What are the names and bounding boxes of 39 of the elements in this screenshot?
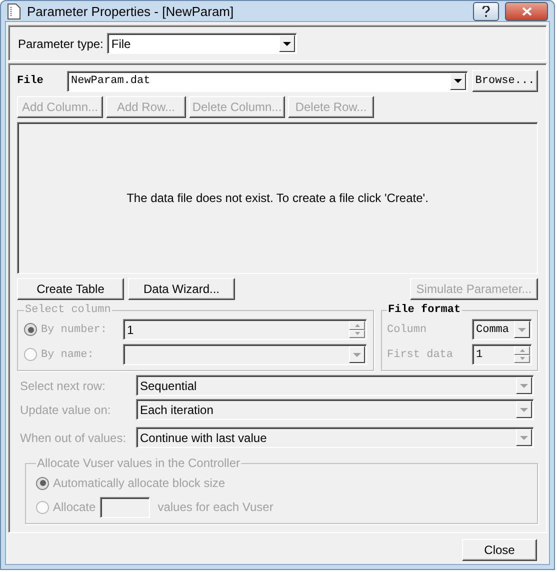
parameter-type-label: Parameter type: <box>18 36 104 50</box>
radio-button[interactable] <box>36 500 49 514</box>
column-name-dropdown[interactable] <box>123 344 367 365</box>
group-title: Select column <box>24 304 112 316</box>
setting-dropdown[interactable]: Each iteration <box>136 399 534 420</box>
help-button[interactable] <box>473 2 499 20</box>
setting-dropdown[interactable]: Continue with last value <box>136 427 534 448</box>
browse-button[interactable]: Browse... <box>472 70 538 92</box>
path-dropdown[interactable]: NewParam.dat <box>67 70 468 92</box>
create-table-button[interactable]: Create Table <box>17 278 124 300</box>
radio-button[interactable] <box>36 476 49 490</box>
setting-label: When out of values: <box>20 430 128 444</box>
column-delimiter-dropdown[interactable]: Comma <box>472 319 532 340</box>
setting-label: Update value on: <box>20 402 112 416</box>
setting-dropdown[interactable]: Sequential <box>136 375 534 396</box>
radio-suffix-label: values for each Vuser <box>158 500 274 514</box>
radio-label: By number: <box>41 324 108 336</box>
radio-label: Allocate <box>53 500 96 514</box>
column-label: Column <box>387 324 428 336</box>
group-title: File format <box>387 304 462 316</box>
first-data-label: First data <box>387 348 454 360</box>
close-button[interactable]: Close <box>462 539 537 561</box>
document-icon <box>7 2 21 20</box>
block-size-field[interactable] <box>100 496 150 518</box>
file-label: File <box>17 75 44 87</box>
radio-label: By name: <box>41 348 95 360</box>
setting-label: Select next row: <box>20 378 106 392</box>
close-icon <box>522 6 532 16</box>
radio-label: Automatically allocate block size <box>53 476 226 490</box>
window-title: Parameter Properties - [NewParam] <box>27 4 235 18</box>
close-window-button[interactable] <box>505 2 548 20</box>
spin-buttons-icon[interactable] <box>514 346 530 363</box>
group-title: Allocate Vuser values in the Controller <box>36 456 241 470</box>
first-data-field[interactable]: 1 <box>472 344 532 365</box>
parameter-type-dropdown[interactable]: File <box>107 33 298 54</box>
spin-buttons-icon[interactable] <box>349 321 365 338</box>
table-message: The data file does not exist. To create a file click 'Create'. <box>126 191 428 205</box>
help-icon <box>482 6 490 16</box>
data-wizard-button[interactable]: Data Wizard... <box>128 278 235 300</box>
